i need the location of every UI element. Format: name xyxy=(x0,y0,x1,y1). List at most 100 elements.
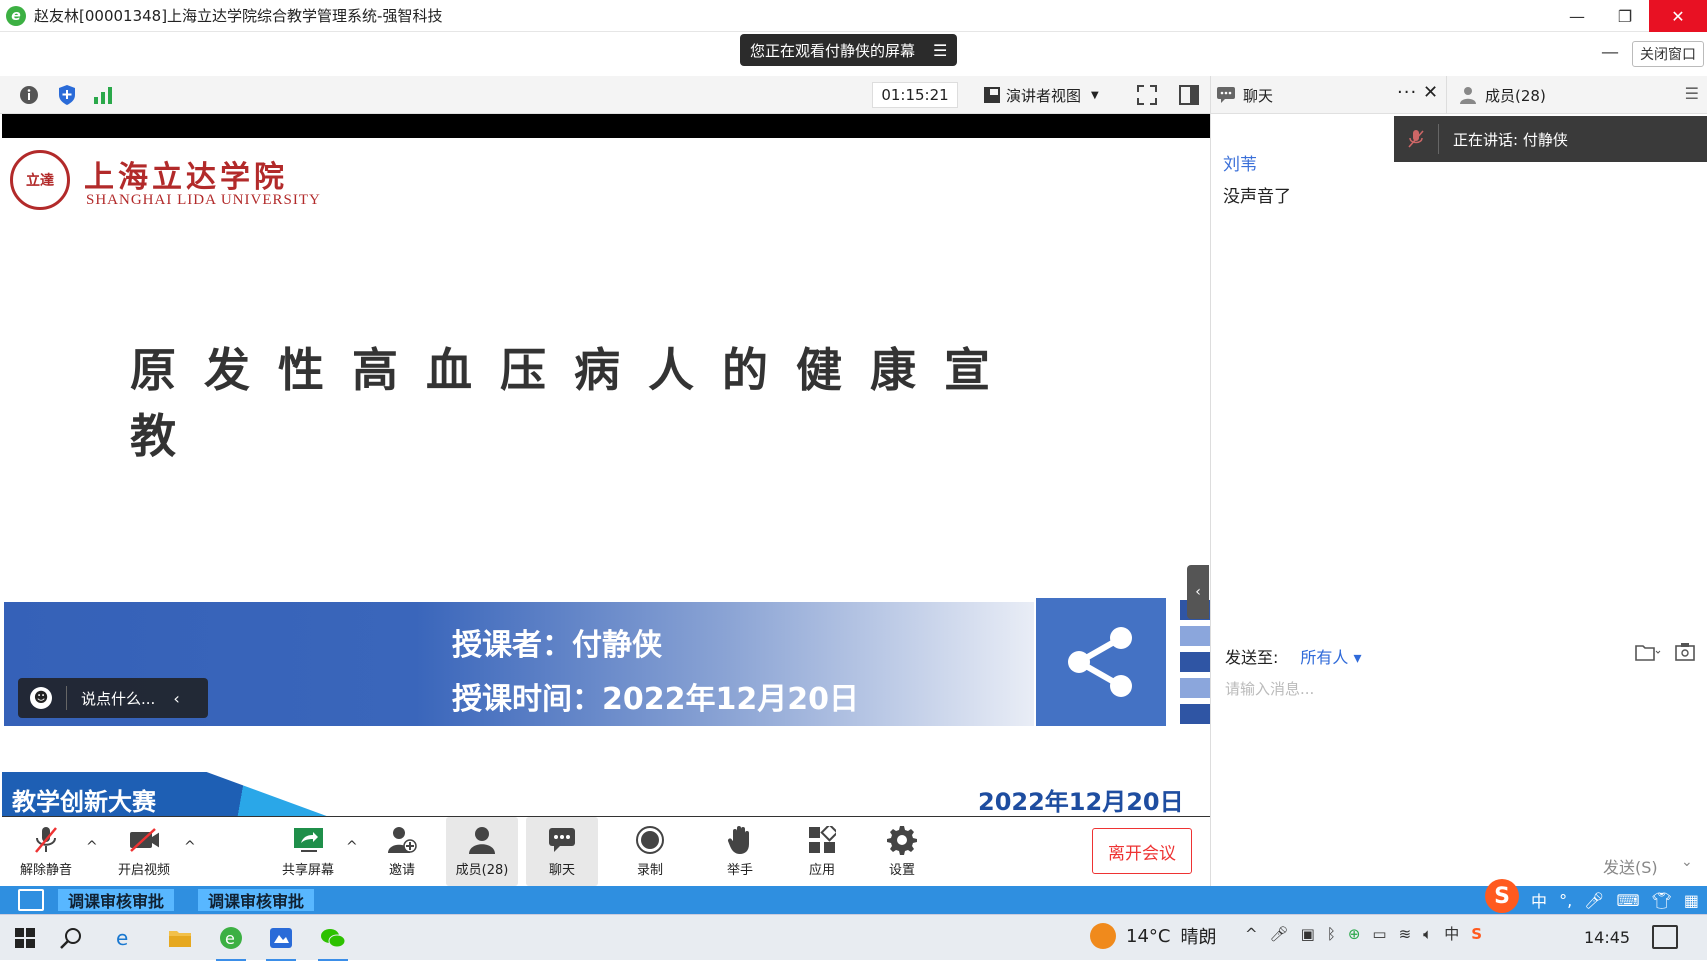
more-options-icon[interactable]: ··· xyxy=(1397,82,1417,103)
sun-icon xyxy=(1090,923,1116,949)
leave-meeting-button[interactable]: 离开会议 xyxy=(1092,828,1192,874)
tray-app-icon[interactable]: ▣ xyxy=(1301,925,1315,943)
sogou-ime-icon[interactable]: S xyxy=(1485,879,1520,913)
ime-toolbar: S 中 °, 🎤︎ ⌨ 👕︎ ▦ xyxy=(1485,879,1707,914)
search-icon[interactable] xyxy=(56,923,86,953)
browser-app-icon[interactable]: e xyxy=(216,923,246,961)
toolbox-grid-icon[interactable]: ▦ xyxy=(1684,891,1699,910)
tab-course-adjust-2[interactable]: 调课审核审批 xyxy=(198,889,315,911)
share-screen-button[interactable]: 共享屏幕 xyxy=(276,817,340,886)
tab-chat[interactable]: 聊天 xyxy=(1217,76,1273,114)
clock[interactable]: 14:45 xyxy=(1584,928,1630,947)
members-label: 成员(28) xyxy=(455,863,509,878)
screenshot-icon[interactable] xyxy=(1675,642,1695,662)
close-window-button[interactable]: 关闭窗口 xyxy=(1632,41,1704,67)
windows-start-icon[interactable] xyxy=(10,923,40,953)
notification-icon[interactable] xyxy=(1652,925,1678,949)
hand-icon xyxy=(725,825,755,855)
chat-panel: 正在讲话: 付静侠 刘苇 没声音了 发送至: 所有人 ▾ 请输入消息... 发送… xyxy=(1210,114,1707,886)
chevron-up-icon[interactable]: ^ xyxy=(1245,925,1258,943)
emoji-icon[interactable]: ☻ xyxy=(30,687,52,709)
lecturer-text: 授课者：付静侠 xyxy=(452,628,662,663)
folder-file-icon[interactable] xyxy=(1635,642,1661,662)
settings-label: 设置 xyxy=(888,863,915,878)
danmaku-input[interactable]: ☻ 说点什么... ‹ xyxy=(18,678,208,718)
tab-members[interactable]: 成员(28) xyxy=(1446,76,1681,114)
sogou-tray-icon[interactable]: S xyxy=(1471,925,1482,943)
record-button[interactable]: 录制 xyxy=(622,817,678,886)
chat-button[interactable]: 聊天 xyxy=(526,817,598,886)
video-off-icon xyxy=(129,825,159,855)
chat-tools xyxy=(1635,642,1695,662)
send-button[interactable]: 发送(S) xyxy=(1603,854,1658,878)
tray-plus-icon[interactable]: ⊕ xyxy=(1348,925,1361,943)
microphone-icon[interactable]: 🎤︎ xyxy=(1584,891,1604,910)
microphone-icon[interactable]: 🎤︎ xyxy=(1270,925,1289,943)
keyboard-icon[interactable]: ⌨ xyxy=(1616,891,1639,910)
collapse-panel-handle[interactable]: ‹ xyxy=(1187,565,1209,619)
close-chat-icon[interactable]: ✕ xyxy=(1423,82,1438,103)
chevron-up-icon[interactable]: ^ xyxy=(346,839,358,855)
chevron-up-icon[interactable]: ^ xyxy=(184,839,196,855)
battery-icon[interactable]: ▭ xyxy=(1372,925,1386,943)
app-sub-taskbar: 调课审核审批 调课审核审批 S 中 °, 🎤︎ ⌨ 👕︎ ▦ xyxy=(0,879,1707,914)
meeting-timer: 01:15:21 xyxy=(872,82,958,108)
record-icon xyxy=(635,825,665,855)
info-icon[interactable] xyxy=(18,84,40,106)
close-button[interactable]: ✕ xyxy=(1649,0,1707,32)
share-graphic xyxy=(1036,598,1166,726)
share-screen-icon xyxy=(293,825,323,855)
file-explorer-icon[interactable] xyxy=(165,923,195,953)
send-to-target-select[interactable]: 所有人 ▾ xyxy=(1300,644,1361,668)
fullscreen-icon[interactable] xyxy=(1136,84,1158,106)
contest-title: 教学创新大赛 xyxy=(12,788,156,816)
svg-text:e: e xyxy=(225,929,235,948)
start-video-button[interactable]: 开启视频 xyxy=(112,817,176,886)
tab-chat-label: 聊天 xyxy=(1243,86,1274,105)
tab-course-adjust-1[interactable]: 调课审核审批 xyxy=(58,889,175,911)
shield-icon[interactable] xyxy=(56,84,78,106)
apps-button[interactable]: 应用 xyxy=(794,817,850,886)
unmute-label: 解除静音 xyxy=(19,863,72,878)
tray-ime[interactable]: 中 xyxy=(1444,923,1459,944)
slide-top-bar xyxy=(2,114,1210,138)
punctuation-icon[interactable]: °, xyxy=(1559,891,1572,910)
windows-taskbar: e e 14°C 晴朗 ^ 🎤︎ ▣ ᛒ ⊕ ▭ ≋ 🔈︎ 中 S 14:45 xyxy=(0,914,1707,961)
side-panel-toggle-icon[interactable] xyxy=(1178,84,1200,106)
chevron-down-icon[interactable]: ⌄ xyxy=(1681,854,1693,870)
bluetooth-icon[interactable]: ᛒ xyxy=(1327,925,1336,943)
wechat-icon[interactable] xyxy=(318,923,348,961)
apps-label: 应用 xyxy=(808,863,835,878)
unmute-button[interactable]: 解除静音 xyxy=(14,817,78,886)
message-text: 没声音了 xyxy=(1223,187,1291,207)
send-to-row: 发送至: 所有人 ▾ xyxy=(1225,644,1362,668)
settings-button[interactable]: 设置 xyxy=(874,817,930,886)
chat-input[interactable]: 请输入消息... xyxy=(1225,678,1314,699)
skin-shirt-icon[interactable]: 👕︎ xyxy=(1652,891,1672,910)
presentation-icon[interactable] xyxy=(18,889,44,911)
members-button[interactable]: 成员(28) xyxy=(446,817,518,886)
speaker-icon[interactable]: 🔈︎ xyxy=(1423,925,1432,943)
weather-widget[interactable]: 14°C 晴朗 xyxy=(1090,923,1216,949)
wifi-icon[interactable]: ≋ xyxy=(1399,925,1412,943)
panel-minimize-icon[interactable]: — xyxy=(1601,42,1619,63)
chat-label: 聊天 xyxy=(548,863,575,878)
chevron-left-icon[interactable]: ‹ xyxy=(173,689,179,708)
university-name-cn: 上海立达学院 xyxy=(84,160,288,195)
raise-hand-button[interactable]: 举手 xyxy=(712,817,768,886)
ie-browser-icon[interactable]: e xyxy=(110,923,140,953)
viewing-screen-banner[interactable]: 您正在观看付静侠的屏幕 ☰ xyxy=(740,34,958,66)
restore-button[interactable]: ❐ xyxy=(1601,0,1649,32)
message-sender: 刘苇 xyxy=(1223,155,1257,175)
speaking-indicator: 正在讲话: 付静侠 xyxy=(1394,116,1707,162)
ime-mode[interactable]: 中 xyxy=(1531,888,1547,912)
minimize-button[interactable]: — xyxy=(1553,0,1601,32)
meeting-app-icon[interactable] xyxy=(266,923,296,961)
chevron-up-icon[interactable]: ^ xyxy=(86,839,98,855)
invite-button[interactable]: 邀请 xyxy=(374,817,430,886)
panel-menu-icon[interactable]: ☰ xyxy=(1685,84,1699,103)
signal-stats-icon[interactable] xyxy=(92,84,114,106)
raise-hand-label: 举手 xyxy=(726,863,753,878)
presenter-view-dropdown[interactable]: 演讲者视图 ▼ xyxy=(974,82,1114,108)
banner-menu-icon[interactable]: ☰ xyxy=(933,41,947,60)
